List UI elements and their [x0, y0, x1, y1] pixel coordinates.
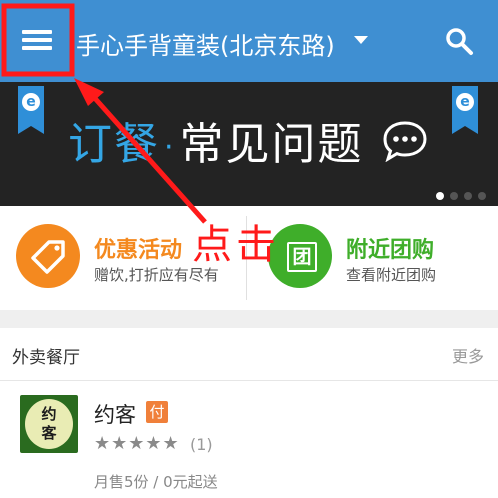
carousel-dot[interactable]	[436, 192, 444, 200]
app-header: 手心手背童装(北京东路)	[0, 0, 498, 82]
rating-count: (1)	[190, 435, 213, 454]
carousel-dot[interactable]	[478, 192, 486, 200]
faq-banner[interactable]: e e 订餐 ·常见问题	[0, 82, 498, 206]
star-rating-icon: ★★★★★	[94, 433, 180, 454]
ele-badge-icon: e	[452, 86, 478, 134]
restaurant-logo: 约客	[20, 395, 78, 453]
list-item[interactable]: 约客 约客 付 ★★★★★ (1) 月售5份 / 0元起送	[0, 381, 498, 498]
store-title[interactable]: 手心手背童装(北京东路)	[76, 26, 335, 61]
promo-group-buy[interactable]: 团 附近团购 查看附近团购	[268, 224, 488, 290]
caret-down-icon[interactable]	[354, 36, 368, 44]
carousel-dot[interactable]	[464, 192, 472, 200]
menu-button[interactable]	[6, 6, 70, 72]
section-header: 外卖餐厅 更多	[0, 328, 498, 381]
ele-badge-icon: e	[18, 86, 44, 134]
online-payment-badge: 付	[146, 401, 168, 423]
carousel-indicator	[436, 192, 486, 200]
chat-bubble-icon	[382, 120, 428, 163]
more-link[interactable]: 更多	[452, 343, 484, 367]
promo-title: 附近团购	[346, 238, 435, 263]
search-icon[interactable]	[444, 26, 474, 56]
promo-subtitle: 查看附近团购	[346, 266, 437, 284]
section-title: 外卖餐厅	[12, 348, 80, 368]
restaurant-name: 约客	[94, 403, 136, 427]
carousel-dot[interactable]	[450, 192, 458, 200]
promo-title: 优惠活动	[94, 238, 183, 263]
sales-info: 月售5份 / 0元起送	[94, 473, 218, 491]
banner-title: 订餐 ·常见问题	[68, 119, 364, 170]
tag-icon	[16, 224, 80, 288]
click-annotation-label: 点击	[192, 222, 280, 268]
